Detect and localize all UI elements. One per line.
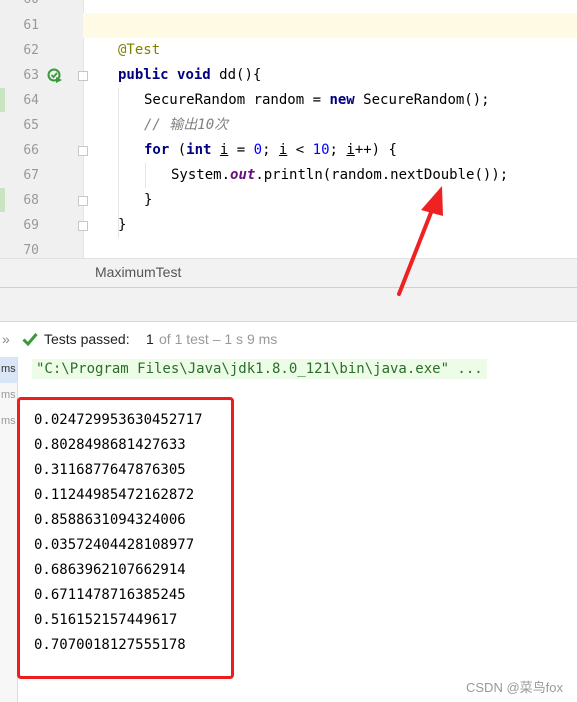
annotation-arrow-icon: [397, 186, 443, 296]
watermark-text: CSDN @菜鸟fox: [466, 680, 563, 695]
